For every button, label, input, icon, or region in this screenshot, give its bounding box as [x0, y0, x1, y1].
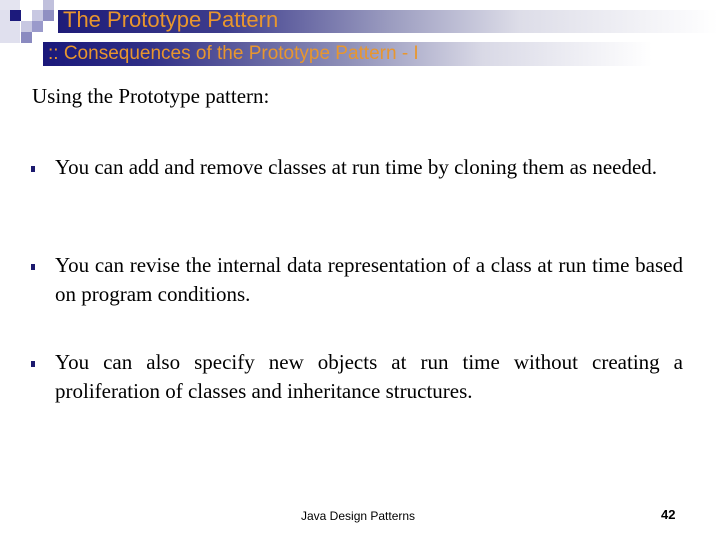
square-bullet-icon	[31, 264, 35, 270]
bullet-text: You can also specify new objects at run …	[55, 350, 683, 403]
intro-text: Using the Prototype pattern:	[32, 84, 270, 108]
bullet-text: You can revise the internal data represe…	[55, 253, 683, 306]
square-bullet-icon	[31, 361, 35, 367]
footer-text: Java Design Patterns	[301, 509, 416, 523]
page-number: 42	[661, 507, 676, 522]
slide-title: The Prototype Pattern	[63, 7, 279, 32]
slide-subtitle: :: Consequences of the Prototype Pattern…	[48, 43, 419, 64]
bullet-text: You can add and remove classes at run ti…	[55, 155, 658, 179]
square-bullet-icon	[31, 166, 35, 172]
